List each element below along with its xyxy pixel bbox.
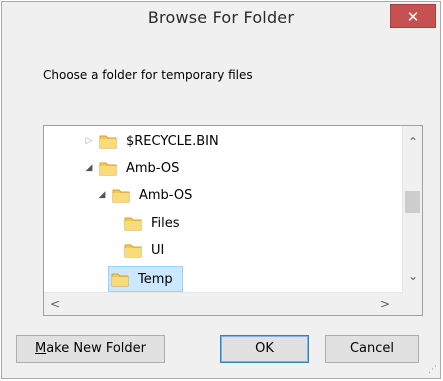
scrollbar-corner xyxy=(402,292,422,315)
tree-item-label: Files xyxy=(151,215,180,231)
vertical-scrollbar[interactable]: ⌃ ⌄ xyxy=(402,126,422,292)
close-icon: ✕ xyxy=(406,8,420,26)
scroll-left-icon[interactable]: < xyxy=(46,296,64,312)
folder-tree[interactable]: ▷ $RECYCLE.BIN ◢ Amb-OS ◢ Amb-OS Files U… xyxy=(43,125,423,316)
expand-arrow-icon[interactable]: ▷ xyxy=(83,136,95,146)
cancel-button[interactable]: Cancel xyxy=(325,335,419,363)
button-label: Cancel xyxy=(349,341,395,356)
ok-button[interactable]: OK xyxy=(220,335,309,363)
tree-item-temp[interactable]: Temp xyxy=(108,266,183,292)
tree-item-ui[interactable]: UI xyxy=(124,238,167,262)
mnemonic-letter: M xyxy=(34,341,47,356)
tree-item-label: Amb-OS xyxy=(126,160,180,176)
tree-item-amb-os-nested[interactable]: ◢ Amb-OS xyxy=(96,183,195,207)
button-label: ake New Folder xyxy=(46,341,147,356)
tree-item-amb-os[interactable]: ◢ Amb-OS xyxy=(83,156,182,180)
folder-icon xyxy=(112,189,130,203)
browse-for-folder-dialog: Browse For Folder ✕ Choose a folder for … xyxy=(1,1,441,379)
scroll-right-icon[interactable]: > xyxy=(376,296,394,312)
tree-item-label: Amb-OS xyxy=(139,187,193,203)
resize-grip-icon[interactable]: ⋰ xyxy=(428,366,437,375)
scroll-up-icon[interactable]: ⌃ xyxy=(404,134,422,150)
folder-icon xyxy=(99,135,117,149)
collapse-arrow-icon[interactable]: ◢ xyxy=(83,163,95,173)
tree-item-label: UI xyxy=(151,242,165,258)
folder-icon xyxy=(111,273,129,287)
tree-item-recycle-bin[interactable]: ▷ $RECYCLE.BIN xyxy=(83,129,222,153)
close-button[interactable]: ✕ xyxy=(390,4,436,28)
folder-icon xyxy=(99,162,117,176)
scroll-down-icon[interactable]: ⌄ xyxy=(404,268,422,284)
horizontal-scrollbar[interactable]: < > xyxy=(44,292,402,315)
tree-item-label: $RECYCLE.BIN xyxy=(126,133,219,149)
tree-item-files[interactable]: Files xyxy=(124,211,183,235)
tree-item-label: Temp xyxy=(138,271,173,287)
make-new-folder-button[interactable]: Make New Folder xyxy=(16,335,165,363)
dialog-prompt: Choose a folder for temporary files xyxy=(43,68,253,82)
collapse-arrow-icon[interactable]: ◢ xyxy=(96,190,108,200)
button-label: OK xyxy=(255,341,274,356)
folder-icon xyxy=(124,217,142,231)
folder-icon xyxy=(124,244,142,258)
title-bar[interactable]: Browse For Folder ✕ xyxy=(2,2,440,32)
dialog-title: Browse For Folder xyxy=(147,8,295,27)
vertical-scroll-thumb[interactable] xyxy=(405,191,420,213)
